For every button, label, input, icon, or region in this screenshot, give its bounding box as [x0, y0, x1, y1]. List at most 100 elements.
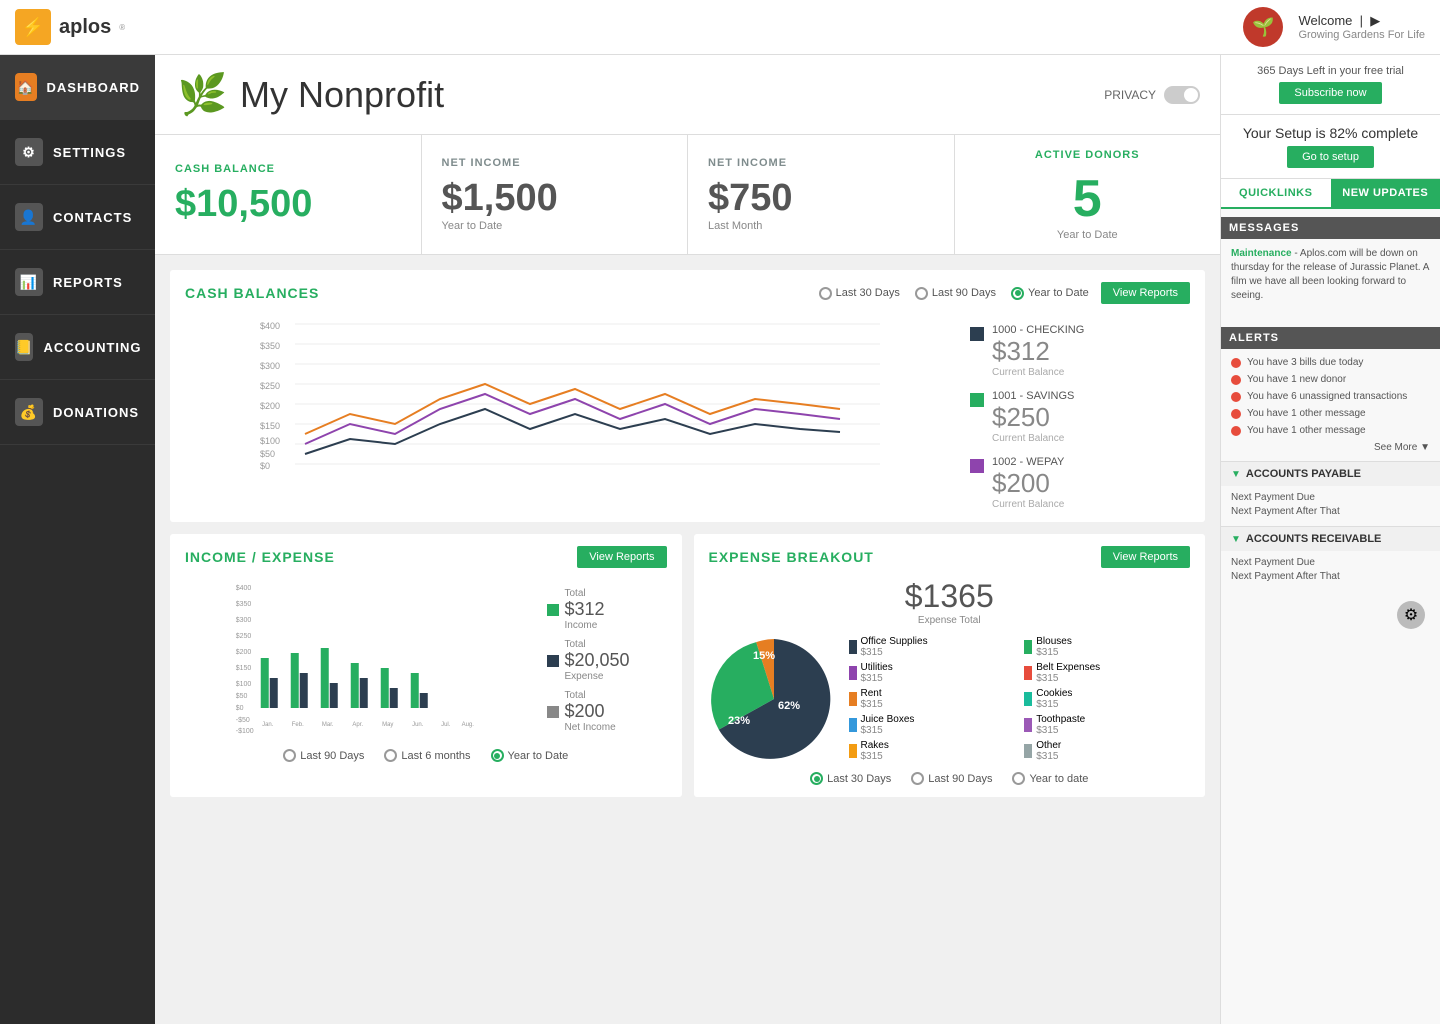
alert-dot-msg1 [1231, 409, 1241, 419]
svg-text:$0: $0 [236, 705, 244, 712]
income-legend-expense: Total $20,050 Expense [547, 639, 667, 682]
privacy-switch[interactable] [1164, 86, 1200, 104]
exp-filter-30[interactable]: Last 30 Days [810, 772, 891, 785]
cash-balances-chart-row: $400 $350 $300 $250 $200 $150 $100 $50 $… [185, 314, 1190, 510]
svg-text:Jul.: Jul. [441, 722, 451, 728]
cash-balances-section: CASH BALANCES Last 30 Days Last 90 Days [170, 270, 1205, 522]
income-value: $312 [565, 599, 605, 620]
tab-new-updates[interactable]: NEW UPDATES [1331, 179, 1440, 207]
wepay-sub: Current Balance [992, 499, 1190, 510]
net-value: $200 [565, 701, 616, 722]
sidebar-label-accounting: ACCOUNTING [43, 340, 141, 355]
svg-text:$50: $50 [260, 449, 275, 459]
savings-color [970, 393, 984, 407]
ie-filter-6mo[interactable]: Last 6 months [384, 749, 470, 762]
alert-dot-bills [1231, 358, 1241, 368]
exp-radio-90 [911, 772, 924, 785]
svg-text:$200: $200 [260, 401, 280, 411]
see-more-button[interactable]: See More ▼ [1231, 442, 1430, 453]
subscribe-button[interactable]: Subscribe now [1279, 82, 1381, 104]
alert-bills: You have 3 bills due today [1231, 357, 1430, 368]
exp-other: Other$315 [1024, 740, 1190, 762]
alert-dot-msg2 [1231, 426, 1241, 436]
org-name: My Nonprofit [240, 74, 444, 116]
svg-text:$50: $50 [236, 693, 248, 700]
expense-breakout-header: EXPENSE BREAKOUT View Reports [709, 546, 1191, 568]
top-header: ⚡ aplos ® 🌱 Welcome | ▶ Growing Gardens … [0, 0, 1440, 55]
trial-banner: 365 Days Left in your free trial Subscri… [1221, 55, 1440, 115]
svg-text:$150: $150 [236, 665, 252, 672]
filter-90-days[interactable]: Last 90 Days [915, 287, 996, 300]
message-item: Maintenance - Aplos.com will be down on … [1231, 247, 1430, 303]
svg-text:$400: $400 [260, 321, 280, 331]
ie-radio-6mo [384, 749, 397, 762]
exp-blouses: Blouses$315 [1024, 636, 1190, 658]
setup-area: Your Setup is 82% complete Go to setup [1221, 115, 1440, 179]
privacy-toggle[interactable]: PRIVACY [1104, 86, 1200, 104]
tab-quicklinks[interactable]: QUICKLINKS [1221, 179, 1331, 207]
exp-color-other [1024, 744, 1032, 758]
exp-color-blouses [1024, 640, 1032, 654]
checking-name: 1000 - CHECKING [992, 324, 1190, 336]
expense-breakout-title: EXPENSE BREAKOUT [709, 549, 874, 565]
wepay-name: 1002 - WEPAY [992, 456, 1190, 468]
accounts-receivable-header[interactable]: ▼ ACCOUNTS RECEIVABLE [1221, 526, 1440, 551]
settings-gear-button[interactable]: ⚙ [1397, 601, 1425, 629]
checking-color [970, 327, 984, 341]
cash-balance-label: CASH BALANCE [175, 163, 401, 175]
cash-balances-header: CASH BALANCES Last 30 Days Last 90 Days [185, 282, 1190, 304]
setup-button[interactable]: Go to setup [1287, 146, 1374, 168]
exp-color-rent [849, 692, 857, 706]
net-income-lm-sub: Last Month [708, 220, 934, 232]
accounts-payable-title: ACCOUNTS PAYABLE [1246, 468, 1361, 480]
sidebar-label-dashboard: DASHBOARD [47, 80, 141, 95]
expense-total-amount: $1365 [709, 578, 1191, 615]
alert-dot-transactions [1231, 392, 1241, 402]
svg-text:15%: 15% [752, 650, 774, 662]
accounts-receivable-body: Next Payment Due Next Payment After That [1221, 551, 1440, 591]
gear-icon: ⚙ [1404, 605, 1418, 625]
ie-radio-ytd [491, 749, 504, 762]
svg-text:Mar.: Mar. [322, 722, 334, 728]
balance-checking: 1000 - CHECKING $312 Current Balance [970, 324, 1190, 378]
filter-ytd[interactable]: Year to Date [1011, 287, 1089, 300]
accounts-payable-arrow: ▼ [1231, 469, 1241, 480]
ie-filter-90[interactable]: Last 90 Days [283, 749, 364, 762]
exp-color-cookies [1024, 692, 1032, 706]
alert-donor: You have 1 new donor [1231, 374, 1430, 385]
exp-filter-90[interactable]: Last 90 Days [911, 772, 992, 785]
sidebar-item-reports[interactable]: 📊 REPORTS [0, 250, 155, 315]
radio-90 [915, 287, 928, 300]
savings-amount: $250 [992, 402, 1190, 433]
savings-name: 1001 - SAVINGS [992, 390, 1190, 402]
accounts-receivable-section: ▼ ACCOUNTS RECEIVABLE Next Payment Due N… [1221, 526, 1440, 591]
sidebar-item-contacts[interactable]: 👤 CONTACTS [0, 185, 155, 250]
sidebar-item-dashboard[interactable]: 🏠 DASHBOARD [0, 55, 155, 120]
accounts-payable-header[interactable]: ▼ ACCOUNTS PAYABLE [1221, 461, 1440, 486]
income-expense-view-reports[interactable]: View Reports [577, 546, 666, 568]
sidebar-item-accounting[interactable]: 📒 ACCOUNTING [0, 315, 155, 380]
svg-text:$250: $250 [236, 633, 252, 640]
exp-filter-ytd[interactable]: Year to date [1012, 772, 1088, 785]
sidebar-item-settings[interactable]: ⚙ SETTINGS [0, 120, 155, 185]
cash-balance-svg: $400 $350 $300 $250 $200 $150 $100 $50 $… [185, 314, 955, 474]
net-total-label: Total [565, 690, 616, 701]
logo-icon: ⚡ [15, 9, 51, 45]
stat-net-income-ytd: NET INCOME $1,500 Year to Date [422, 135, 689, 254]
radio-ytd [1011, 287, 1024, 300]
exp-rent: Rent$315 [849, 688, 1015, 710]
net-label: Net Income [565, 722, 616, 733]
alert-text-transactions: You have 6 unassigned transactions [1247, 391, 1407, 402]
income-color [547, 604, 559, 616]
checking-amount: $312 [992, 336, 1190, 367]
filter-30-days[interactable]: Last 30 Days [819, 287, 900, 300]
sidebar-label-donations: DONATIONS [53, 405, 139, 420]
svg-text:23%: 23% [727, 715, 749, 727]
cash-balances-view-reports[interactable]: View Reports [1101, 282, 1190, 304]
expense-breakout-view-reports[interactable]: View Reports [1101, 546, 1190, 568]
ie-filter-ytd[interactable]: Year to Date [491, 749, 569, 762]
sidebar-item-donations[interactable]: 💰 DONATIONS [0, 380, 155, 445]
donations-icon: 💰 [15, 398, 43, 426]
income-bar-chart: $400 $350 $300 $250 $200 $150 $100 $50 $… [185, 578, 537, 741]
net-income-lm-value: $750 [708, 177, 934, 220]
